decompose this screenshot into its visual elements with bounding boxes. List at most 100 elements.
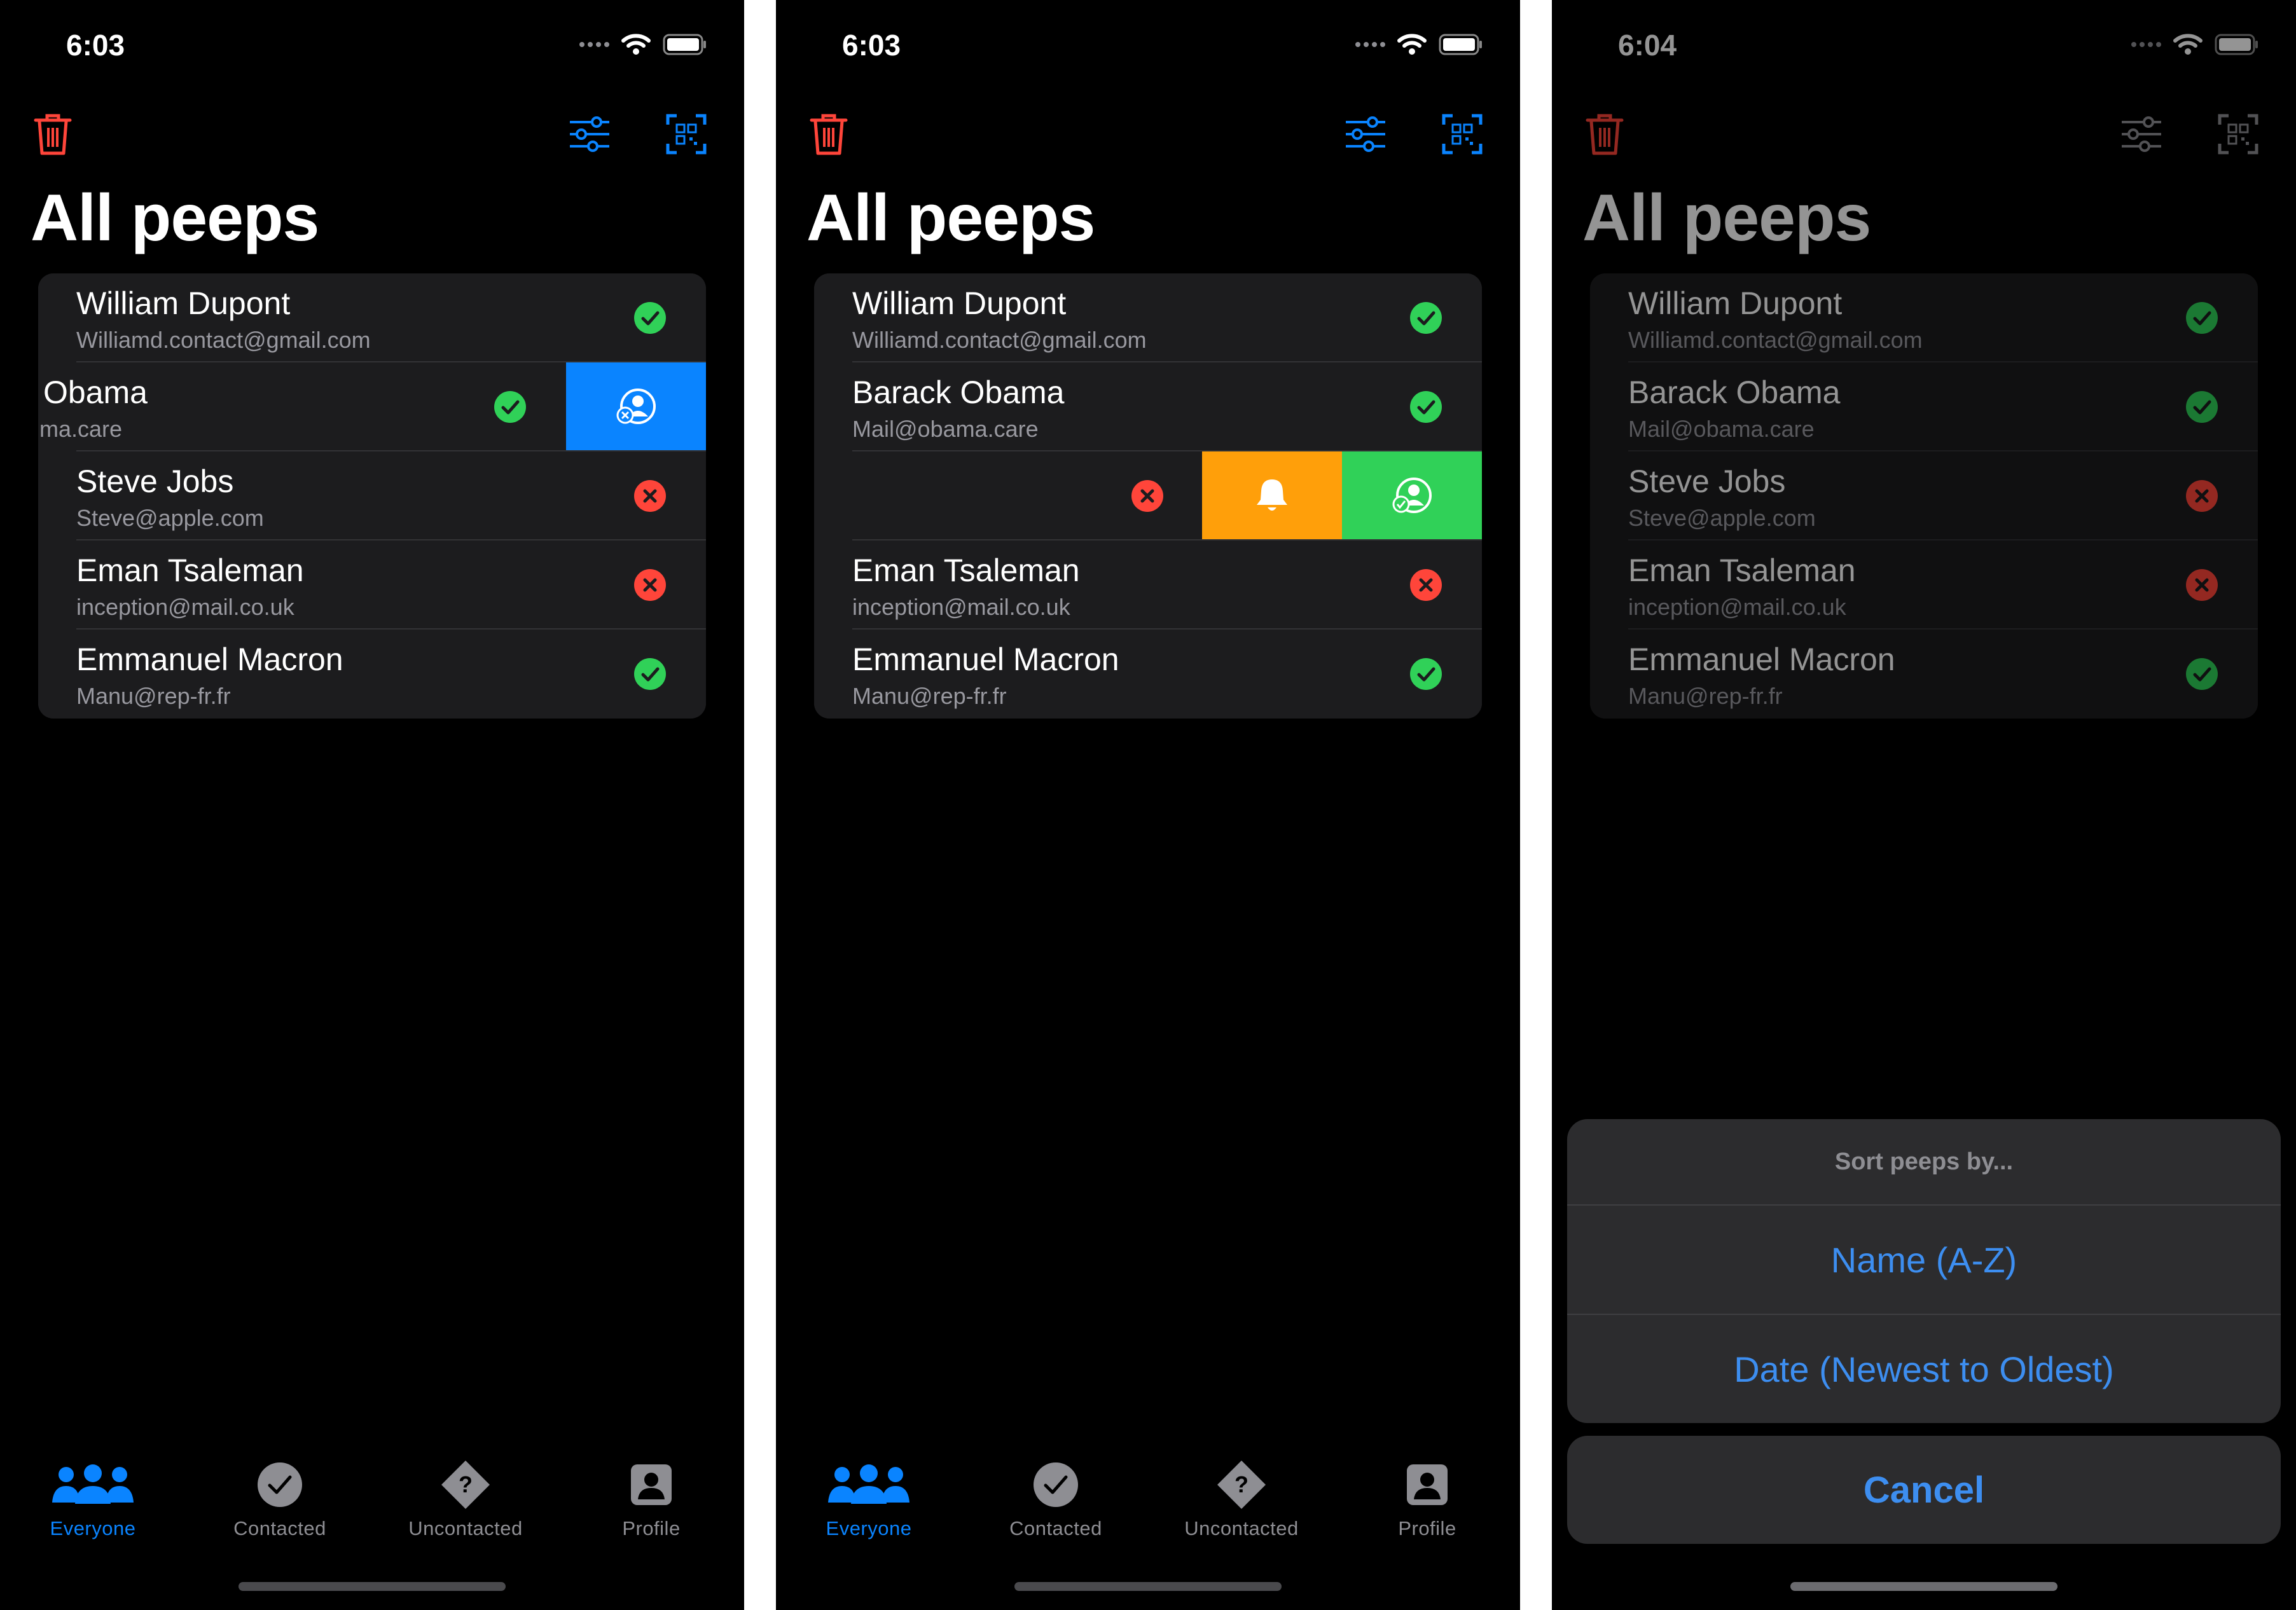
contact-list: William Dupont Williamd.contact@gmail.co… (814, 273, 1482, 719)
contact-email: Steve@apple.com (76, 505, 264, 531)
question-diamond-icon: ? (1217, 1461, 1266, 1509)
person-square-icon (1407, 1464, 1448, 1505)
battery-icon (1439, 34, 1482, 55)
tab-everyone[interactable]: Everyone (786, 1456, 951, 1540)
mark-uncontacted-button[interactable] (566, 362, 706, 451)
status-icons (1355, 33, 1483, 56)
wifi-icon (1397, 34, 1427, 55)
tab-uncontacted[interactable]: ? Uncontacted (1159, 1456, 1324, 1540)
contact-row[interactable]: William Dupont Williamd.contact@gmail.co… (38, 273, 706, 362)
contact-name: Eman Tsaleman (76, 553, 304, 588)
uncontacted-x-icon (634, 569, 666, 601)
uncontacted-x-icon (1131, 480, 1163, 512)
sliders-icon (570, 116, 609, 152)
checkmark-circle-icon (258, 1462, 302, 1507)
qr-code-icon (1442, 114, 1483, 155)
tab-label: Uncontacted (408, 1517, 523, 1539)
contact-name: William Dupont (76, 286, 291, 321)
contact-name: William Dupont (852, 286, 1067, 321)
toolbar (0, 102, 744, 165)
contact-email: Williamd.contact@gmail.com (76, 327, 371, 353)
contact-email: inception@mail.co.uk (852, 594, 1070, 620)
tab-label: Contacted (233, 1517, 326, 1539)
question-diamond-icon: ? (441, 1461, 490, 1509)
contact-email: inception@mail.co.uk (76, 594, 294, 620)
contact-email: Manu@rep-fr.fr (852, 683, 1007, 709)
delete-button[interactable] (25, 107, 80, 162)
home-indicator (1790, 1582, 2057, 1591)
contact-row[interactable]: Eman Tsaleman inception@mail.co.uk (38, 540, 706, 630)
contact-email: Mail@obama.care (852, 416, 1039, 442)
contact-name: Barack Obama (852, 375, 1065, 410)
filter-button[interactable] (1338, 107, 1393, 162)
screen-1: 6:03 All peeps William Dupont Williamd.c… (0, 0, 744, 1610)
delete-button[interactable] (801, 107, 856, 162)
sort-action-sheet: Sort peeps by... Name (A-Z) Date (Newest… (1567, 1119, 2281, 1423)
tab-uncontacted[interactable]: ? Uncontacted (383, 1456, 548, 1540)
svg-text:?: ? (459, 1471, 473, 1497)
contact-email: Williamd.contact@gmail.com (852, 327, 1147, 353)
tab-profile[interactable]: Profile (1345, 1456, 1510, 1540)
checkmark-circle-icon (1034, 1462, 1078, 1507)
tab-label: Profile (622, 1517, 681, 1539)
mark-contacted-button[interactable] (1342, 451, 1482, 540)
contact-name: Obama (43, 375, 148, 410)
tab-label: Profile (1398, 1517, 1456, 1539)
people-icon (52, 1464, 134, 1504)
contact-name: Emmanuel Macron (852, 642, 1119, 677)
tab-contacted[interactable]: Contacted (973, 1456, 1138, 1540)
filter-button[interactable] (562, 107, 617, 162)
svg-text:?: ? (1234, 1471, 1248, 1497)
status-time: 6:03 (842, 29, 901, 62)
contacted-check-icon (494, 391, 526, 423)
contact-name: Steve Jobs (76, 464, 234, 499)
wifi-icon (621, 34, 651, 55)
toolbar (776, 102, 1520, 165)
sort-by-date-button[interactable]: Date (Newest to Oldest) (1567, 1314, 2281, 1423)
action-sheet-title: Sort peeps by... (1567, 1119, 2281, 1206)
person-square-icon (631, 1464, 672, 1505)
person-check-icon (1392, 478, 1432, 513)
contacted-check-icon (634, 302, 666, 334)
cellular-icon (579, 42, 609, 47)
tab-label: Contacted (1009, 1517, 1102, 1539)
status-time: 6:03 (66, 29, 125, 62)
cellular-icon (1355, 42, 1385, 47)
trash-icon (34, 114, 72, 155)
qr-scan-button[interactable] (659, 107, 714, 162)
contact-row[interactable]: Steve Jobs Steve@apple.com (38, 451, 706, 540)
tab-profile[interactable]: Profile (569, 1456, 734, 1540)
contact-row[interactable]: William Dupont Williamd.contact@gmail.co… (814, 273, 1482, 362)
tab-bar: Everyone Contacted ? Uncontacted Profile (776, 1456, 1520, 1558)
tab-label: Everyone (50, 1517, 136, 1539)
qr-scan-button[interactable] (1435, 107, 1490, 162)
contact-row[interactable]: Emmanuel Macron Manu@rep-fr.fr (814, 630, 1482, 719)
contact-row[interactable]: Emmanuel Macron Manu@rep-fr.fr (38, 630, 706, 719)
page-title: All peeps (31, 181, 319, 255)
remind-button[interactable] (1202, 451, 1342, 540)
home-indicator (239, 1582, 506, 1591)
tab-contacted[interactable]: Contacted (197, 1456, 363, 1540)
contact-email: Manu@rep-fr.fr (76, 683, 231, 709)
sort-by-name-button[interactable]: Name (A-Z) (1567, 1206, 2281, 1314)
contact-row-swiped[interactable] (814, 451, 1482, 540)
tab-label: Everyone (826, 1517, 912, 1539)
qr-code-icon (666, 114, 707, 155)
uncontacted-x-icon (1410, 569, 1442, 601)
contact-row[interactable]: Barack Obama Mail@obama.care (814, 362, 1482, 451)
tab-everyone[interactable]: Everyone (10, 1456, 176, 1540)
uncontacted-x-icon (634, 480, 666, 512)
contacted-check-icon (634, 658, 666, 690)
contact-name: Eman Tsaleman (852, 553, 1080, 588)
contact-row-swiped[interactable]: Obama ma.care (38, 362, 706, 451)
status-icons (579, 33, 707, 56)
person-remove-icon (616, 389, 656, 424)
people-icon (828, 1464, 909, 1504)
bell-icon (1257, 479, 1287, 511)
cancel-button[interactable]: Cancel (1567, 1436, 2281, 1544)
contact-row[interactable]: Eman Tsaleman inception@mail.co.uk (814, 540, 1482, 630)
contacted-check-icon (1410, 302, 1442, 334)
contacted-check-icon (1410, 391, 1442, 423)
contact-name: Emmanuel Macron (76, 642, 343, 677)
tab-bar: Everyone Contacted ? Uncontacted Profile (0, 1456, 744, 1558)
